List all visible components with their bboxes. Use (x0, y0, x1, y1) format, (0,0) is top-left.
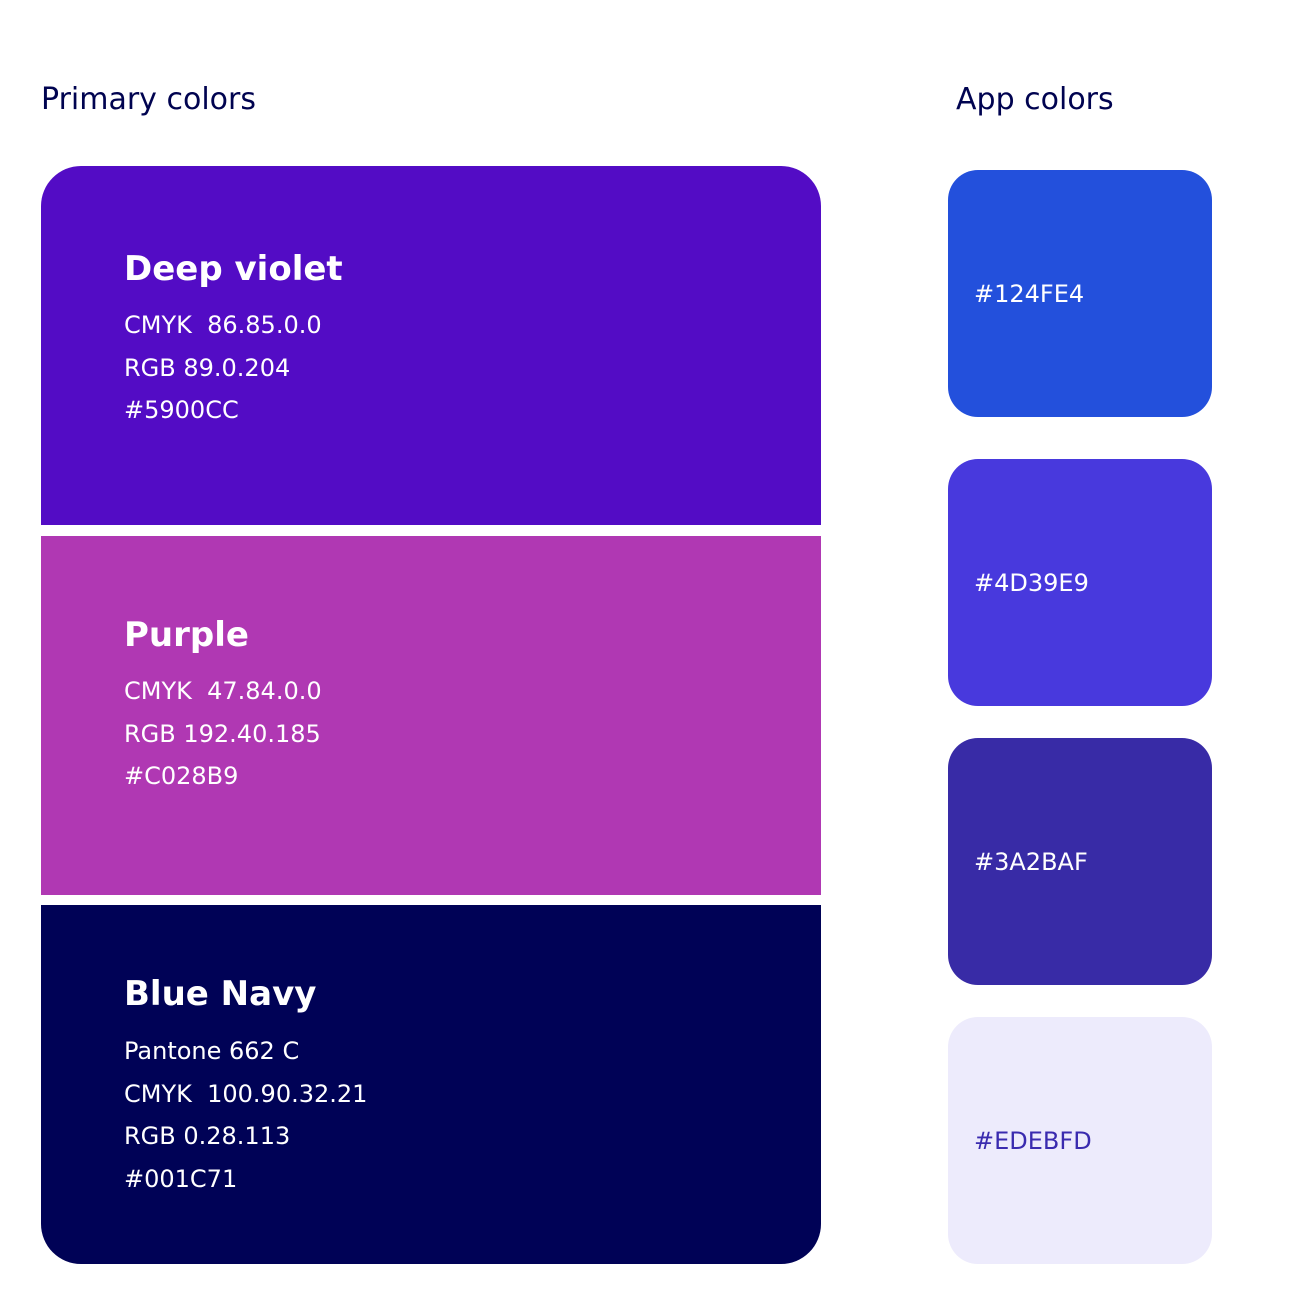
swatch-hex-label: #3A2BAF (974, 847, 1088, 876)
primary-color-card-blue-navy: Blue Navy Pantone 662 C CMYK 100.90.32.2… (41, 905, 821, 1264)
color-specs: CMYK 86.85.0.0 RGB 89.0.204 #5900CC (124, 304, 821, 432)
color-name: Purple (124, 615, 249, 655)
color-spec-cmyk: CMYK 47.84.0.0 (124, 677, 322, 705)
color-spec-hex: #C028B9 (124, 762, 239, 790)
app-color-swatch-2: #4D39E9 (948, 459, 1212, 706)
color-spec-hex: #001C71 (124, 1164, 238, 1193)
primary-color-card-purple: Purple CMYK 47.84.0.0 RGB 192.40.185 #C0… (41, 536, 821, 895)
color-spec-hex: #5900CC (124, 396, 239, 424)
app-colors-heading: App colors (956, 82, 1114, 117)
app-color-swatch-1: #124FE4 (948, 170, 1212, 417)
swatch-hex-label: #124FE4 (974, 279, 1085, 308)
color-spec-rgb: RGB 89.0.204 (124, 353, 291, 382)
app-color-swatch-3: #3A2BAF (948, 738, 1212, 985)
color-name: Deep violet (124, 249, 343, 289)
color-spec-cmyk: CMYK 86.85.0.0 (124, 311, 322, 339)
primary-colors-heading: Primary colors (41, 82, 256, 117)
color-spec-rgb: RGB 192.40.185 (124, 719, 321, 748)
color-specs: Pantone 662 C CMYK 100.90.32.21 RGB 0.28… (124, 1030, 821, 1200)
color-name: Blue Navy (124, 974, 317, 1014)
app-color-swatch-4: #EDEBFD (948, 1017, 1212, 1264)
color-spec-rgb: RGB 0.28.113 (124, 1122, 291, 1150)
color-spec-pantone: Pantone 662 C (124, 1037, 300, 1065)
swatch-hex-label: #4D39E9 (974, 568, 1089, 597)
swatch-hex-label: #EDEBFD (974, 1126, 1092, 1155)
color-specs: CMYK 47.84.0.0 RGB 192.40.185 #C028B9 (124, 670, 821, 798)
primary-color-card-deep-violet: Deep violet CMYK 86.85.0.0 RGB 89.0.204 … (41, 166, 821, 525)
color-spec-cmyk: CMYK 100.90.32.21 (124, 1079, 368, 1108)
